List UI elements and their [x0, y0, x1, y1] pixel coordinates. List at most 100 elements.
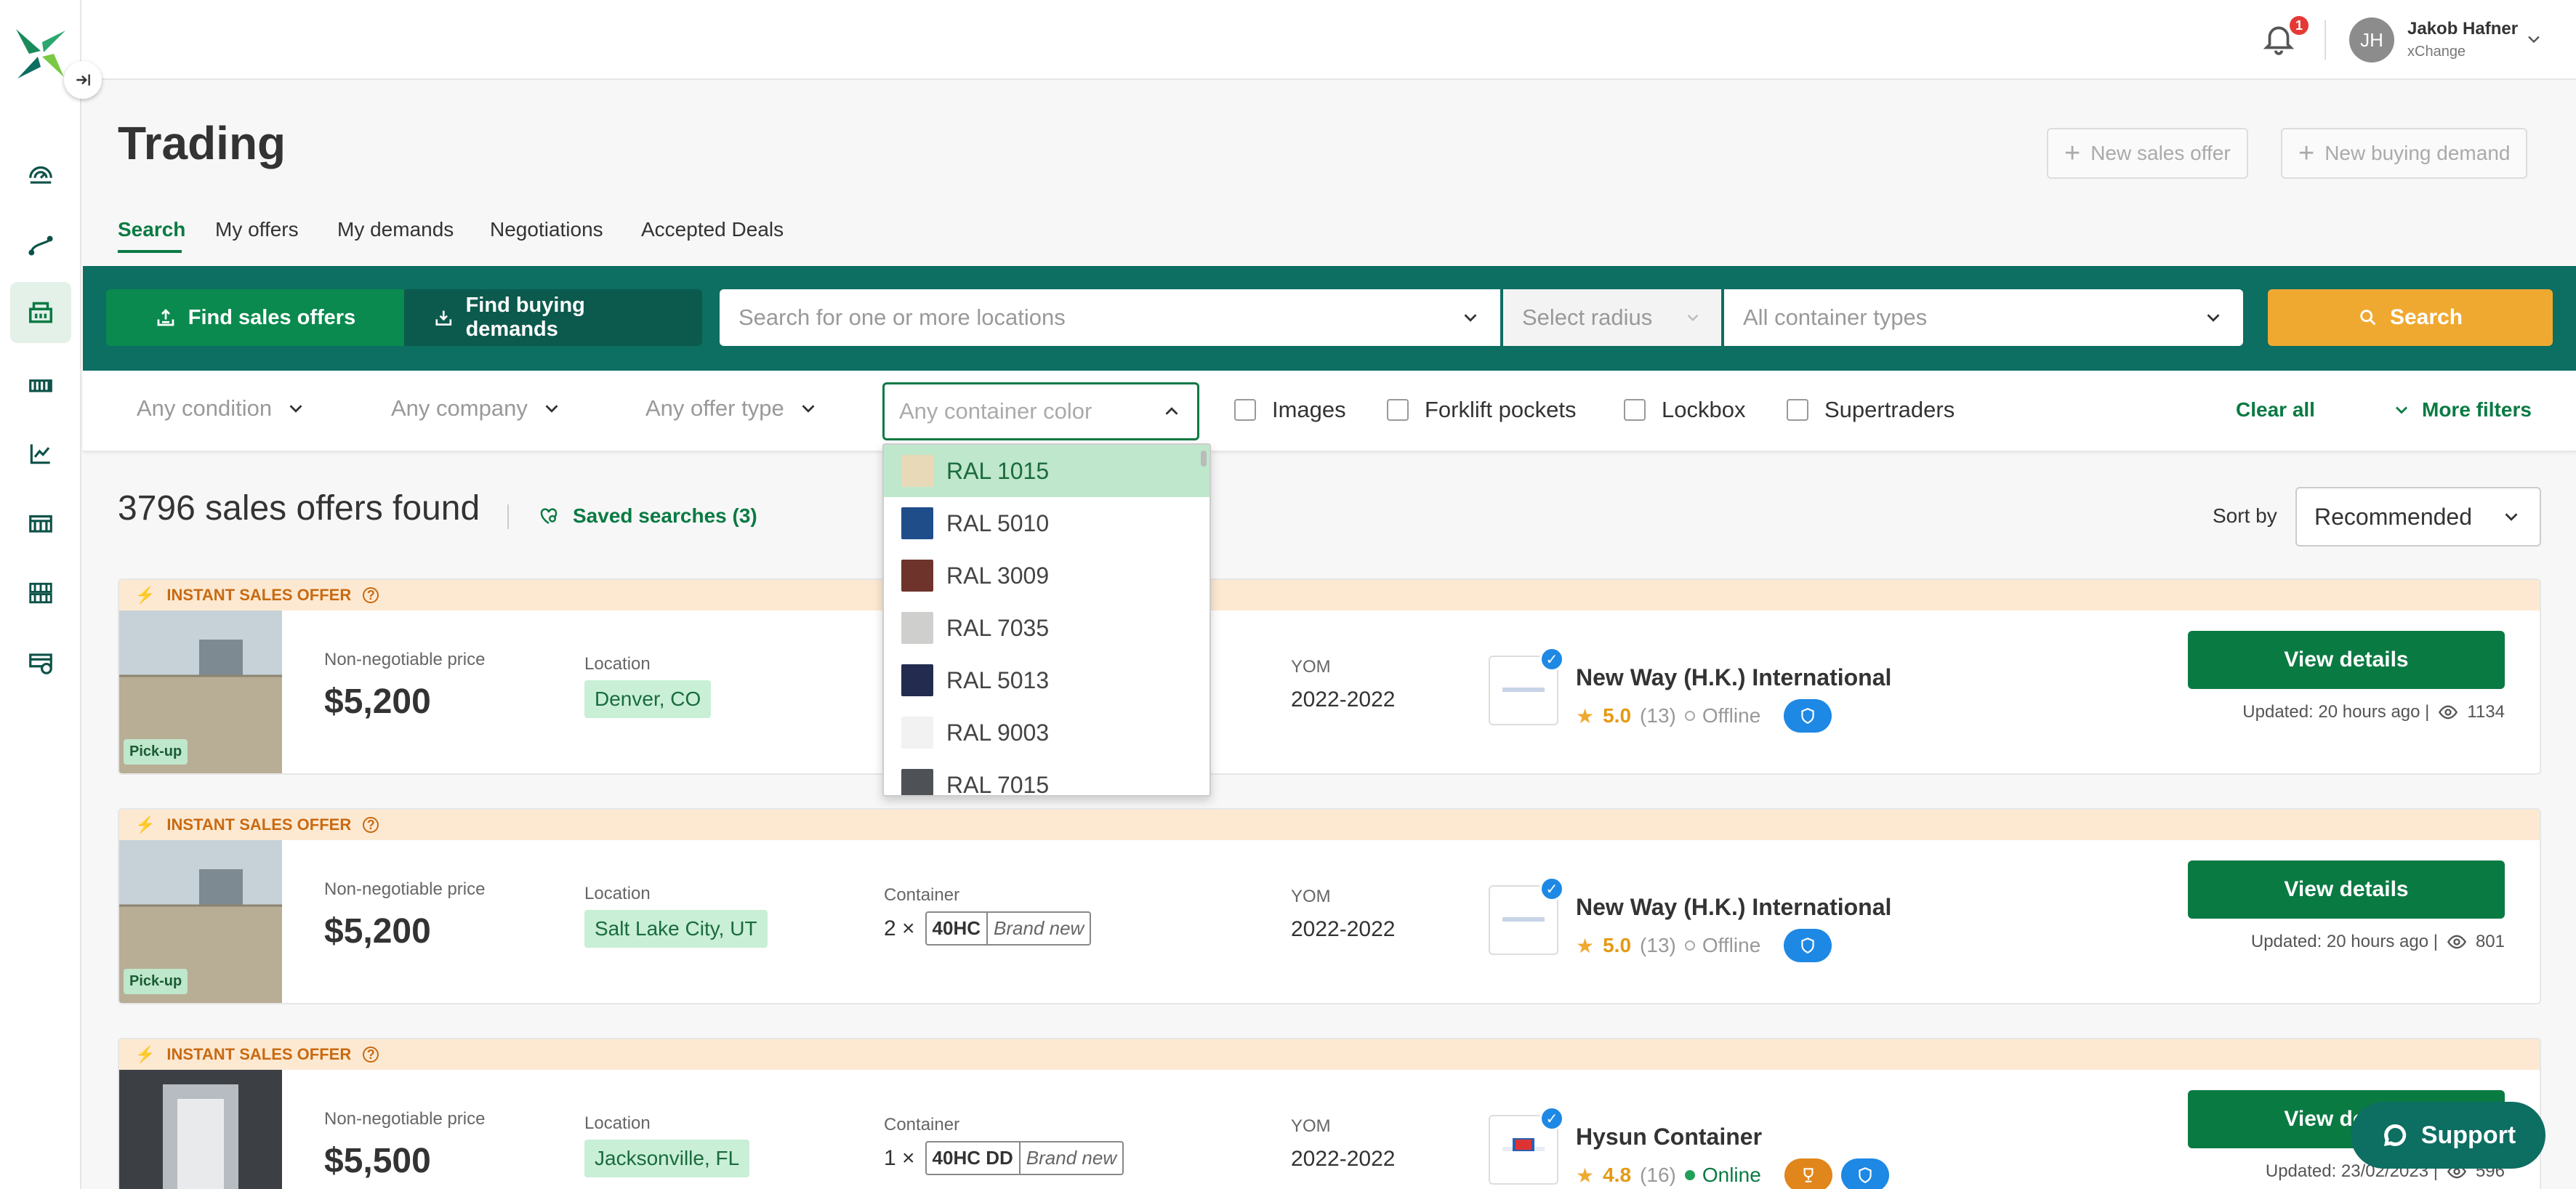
chat-bubble-icon [2383, 1124, 2407, 1146]
review-count: (13) [1640, 934, 1676, 956]
clear-all-link[interactable]: Clear all [2236, 398, 2315, 422]
find-sales-offers-button[interactable]: Find sales offers [106, 289, 404, 346]
nav-depots[interactable] [10, 493, 71, 554]
shield-badge-icon[interactable] [1784, 699, 1832, 733]
color-option-label: RAL 7015 [946, 771, 1050, 797]
find-buying-demands-button[interactable]: Find buying demands [404, 289, 702, 346]
offer-type-filter[interactable]: Any offer type [645, 395, 819, 422]
nav-containers[interactable] [10, 355, 71, 416]
tab-accepted-deals[interactable]: Accepted Deals [641, 218, 784, 241]
shield-badge-icon[interactable] [1784, 929, 1832, 962]
support-button[interactable]: Support [2351, 1102, 2545, 1169]
tab-my-demands[interactable]: My demands [337, 218, 454, 241]
review-count: (16) [1640, 1164, 1676, 1186]
nav-analytics[interactable] [10, 423, 71, 484]
company-name[interactable]: New Way (H.K.) International [1576, 894, 1891, 921]
location-tag: Jacksonville, FL [584, 1140, 750, 1177]
nav-dashboard[interactable] [10, 144, 71, 205]
shield-badge-icon[interactable] [1840, 1158, 1889, 1189]
xchange-logo[interactable] [13, 26, 68, 81]
new-sales-offer-button[interactable]: + New sales offer [2047, 128, 2248, 179]
checkbox-box[interactable] [1624, 399, 1646, 421]
nav-leasing[interactable] [10, 563, 71, 624]
checkbox-box[interactable] [1387, 399, 1409, 421]
more-filters-button[interactable]: More filters [2391, 398, 2532, 422]
color-swatch [901, 507, 933, 539]
help-icon[interactable]: ? [363, 587, 379, 603]
condition-filter[interactable]: Any condition [137, 395, 307, 422]
container-photo[interactable]: Pick-up [119, 840, 282, 1003]
nav-logistics[interactable] [10, 215, 71, 276]
expand-arrow-icon [76, 74, 90, 86]
color-option[interactable]: RAL 9003 [884, 706, 1209, 759]
chevron-down-icon [2207, 314, 2220, 322]
eye-icon [2439, 705, 2458, 720]
container-label: Container [884, 1115, 960, 1134]
container-photo[interactable] [119, 1070, 282, 1189]
view-details-button[interactable]: View details [2188, 631, 2505, 689]
checkbox-box[interactable] [1234, 399, 1256, 421]
trophy-badge-icon[interactable] [1784, 1158, 1832, 1189]
container-size: 40HC [927, 913, 989, 944]
forklift-pockets-checkbox[interactable]: Forklift pockets [1387, 397, 1576, 423]
saved-searches-link[interactable]: Saved searches (3) [538, 504, 757, 528]
tab-negotiations[interactable]: Negotiations [490, 218, 603, 241]
lockbox-checkbox[interactable]: Lockbox [1624, 397, 1745, 423]
sidebar-collapse-button[interactable] [64, 61, 102, 99]
page-title: Trading [118, 117, 286, 169]
color-option[interactable]: RAL 7015 [884, 759, 1209, 797]
review-count: (13) [1640, 704, 1676, 727]
radius-select[interactable]: Select radius [1503, 289, 1721, 346]
location-tag: Salt Lake City, UT [584, 910, 768, 948]
chevron-down-icon [545, 405, 558, 413]
online-status: Offline [1684, 934, 1760, 957]
company-name[interactable]: Hysun Container [1576, 1124, 1762, 1150]
user-menu-chevron-icon[interactable] [2524, 29, 2544, 49]
container-photo[interactable]: Pick-up [119, 610, 282, 773]
yom-label: YOM [1291, 1116, 1331, 1136]
updated-info: Updated: 20 hours ago | 801 [2251, 932, 2505, 952]
color-option[interactable]: RAL 1015 [884, 445, 1209, 497]
saved-searches-label: Saved searches (3) [573, 504, 757, 527]
color-option[interactable]: RAL 7035 [884, 602, 1209, 654]
tab-my-offers[interactable]: My offers [215, 218, 299, 241]
images-checkbox-label: Images [1272, 397, 1346, 422]
user-name[interactable]: Jakob Hafner [2407, 19, 2518, 39]
user-avatar[interactable]: JH [2349, 17, 2394, 63]
radius-placeholder: Select radius [1522, 305, 1653, 330]
search-button[interactable]: Search [2268, 289, 2553, 346]
color-option[interactable]: RAL 5010 [884, 497, 1209, 549]
company-name[interactable]: New Way (H.K.) International [1576, 664, 1891, 691]
new-buying-demand-button[interactable]: + New buying demand [2281, 128, 2528, 179]
chevron-down-icon [289, 405, 302, 413]
nav-billing[interactable] [10, 632, 71, 693]
location-label: Location [584, 654, 651, 674]
container-types-select[interactable]: All container types [1724, 289, 2243, 346]
help-icon[interactable]: ? [363, 817, 379, 833]
container-tag: 40HC Brand new [925, 911, 1092, 946]
supertraders-checkbox[interactable]: Supertraders [1787, 397, 1955, 423]
company-filter[interactable]: Any company [391, 395, 563, 422]
color-option[interactable]: RAL 3009 [884, 549, 1209, 602]
color-option[interactable]: RAL 5013 [884, 654, 1209, 706]
view-details-button[interactable]: View details [2188, 860, 2505, 919]
offer-card[interactable]: ⚡ INSTANT SALES OFFER ? Non-negotiable p… [118, 1038, 2541, 1189]
tab-search[interactable]: Search [118, 218, 185, 241]
find-sales-offers-label: Find sales offers [188, 305, 356, 329]
offer-card[interactable]: ⚡ INSTANT SALES OFFER ? Pick-up Non-nego… [118, 808, 2541, 1004]
user-company: xChange [2407, 44, 2466, 60]
location-search-input[interactable]: Search for one or more locations [720, 289, 1500, 346]
help-icon[interactable]: ? [363, 1047, 379, 1063]
more-filters-label: More filters [2422, 398, 2532, 421]
chevron-down-icon [2505, 513, 2518, 521]
dropdown-scrollbar[interactable] [1201, 451, 1207, 467]
images-checkbox[interactable]: Images [1234, 397, 1346, 423]
checkbox-box[interactable] [1787, 399, 1808, 421]
color-swatch [901, 717, 933, 749]
container-types-placeholder: All container types [1743, 305, 1928, 330]
offer-card[interactable]: ⚡ INSTANT SALES OFFER ? Pick-up Non-nego… [118, 579, 2541, 775]
nav-trading[interactable] [10, 282, 71, 343]
container-color-select[interactable]: Any container color [882, 382, 1199, 440]
sort-select[interactable]: Recommended [2295, 487, 2541, 547]
verified-badge-icon: ✓ [1539, 1106, 1564, 1131]
